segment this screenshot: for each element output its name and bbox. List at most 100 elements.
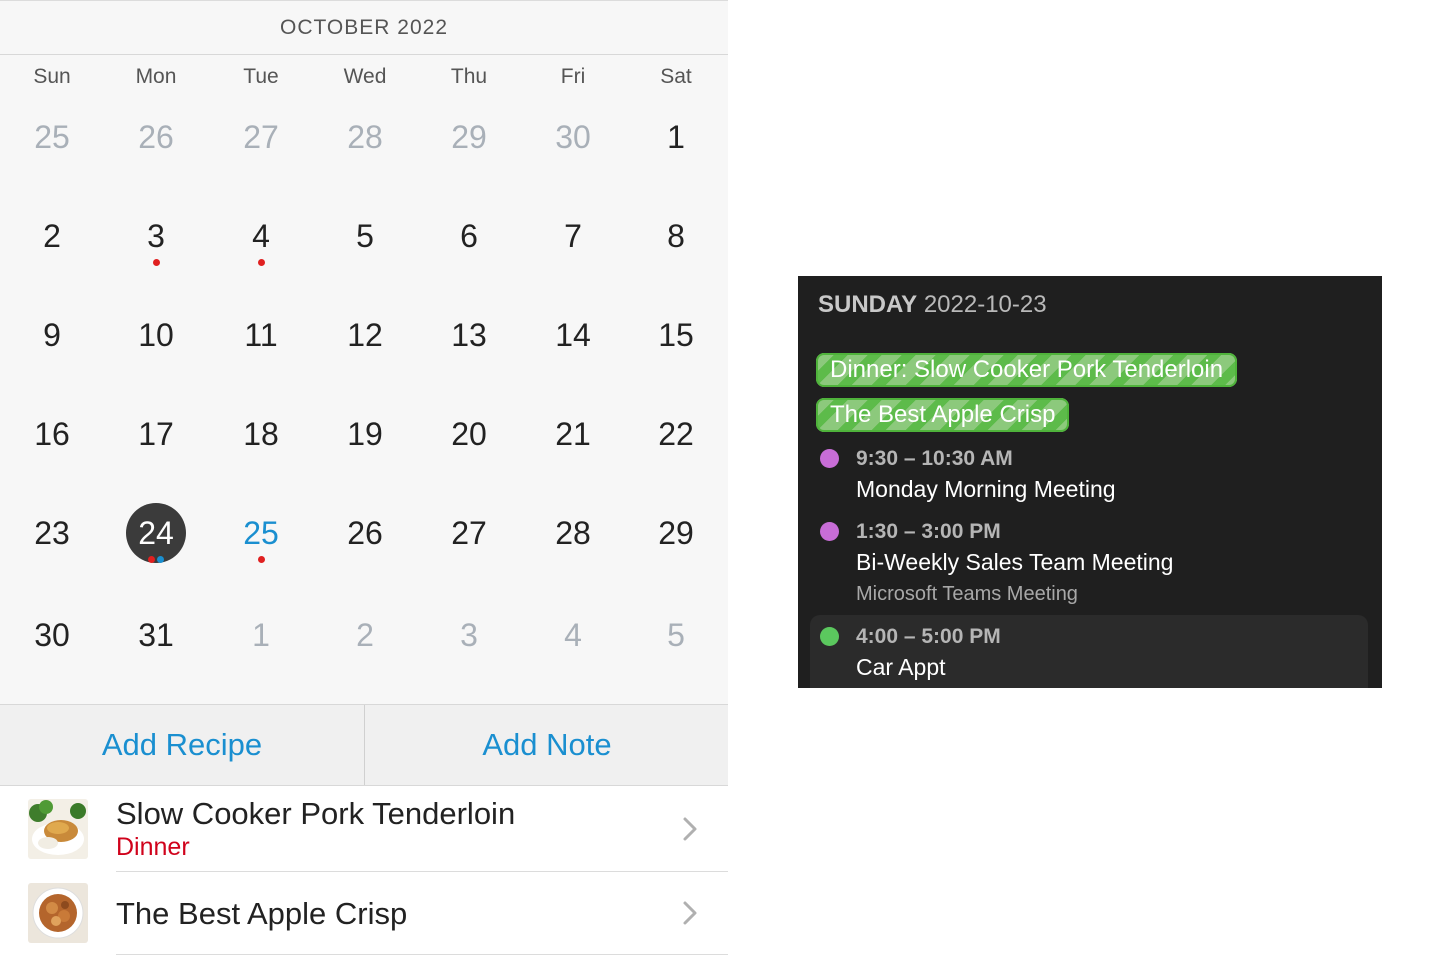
day-number: 21 [555,416,591,452]
calendar-panel: OCTOBER 2022 Sun Mon Tue Wed Thu Fri Sat… [0,0,728,963]
day-number: 30 [555,119,591,155]
day-cell[interactable]: 30 [0,605,104,665]
day-cell[interactable]: 1 [209,605,313,665]
day-cell[interactable]: 29 [417,107,521,167]
day-weekday: SUNDAY [818,291,918,318]
day-cell[interactable]: 17 [104,404,208,464]
day-cell[interactable]: 1 [624,107,728,167]
event-indicator-dots [209,252,313,266]
calendar-color-dot [820,627,839,646]
event-dot [157,556,164,563]
day-cell[interactable]: 2 [0,206,104,266]
day-cells: 25 26 27 28 29 30 1 2 3 4 5 6 7 8 9 10 11 12 13 14 15 16 17 18 1… [0,55,728,704]
event-indicator-dots [104,252,208,266]
day-cell[interactable]: 6 [417,206,521,266]
day-cell[interactable]: 18 [209,404,313,464]
day-cell[interactable]: 30 [521,107,625,167]
day-cell[interactable]: 3 [104,206,208,266]
day-cell[interactable]: 22 [624,404,728,464]
chevron-right-icon [683,817,697,841]
day-number: 20 [451,416,487,452]
event-dot [257,556,265,563]
day-number: 9 [43,317,61,353]
action-bar: Add Recipe Add Note [0,704,728,786]
day-number: 19 [347,416,383,452]
day-detail-card: SUNDAY 2022-10-23 Dinner: Slow Cooker Po… [798,276,1382,688]
all-day-event[interactable]: The Best Apple Crisp [816,398,1070,432]
day-number: 5 [667,617,685,653]
day-cell[interactable]: 14 [521,305,625,365]
day-cell[interactable]: 26 [104,107,208,167]
event-time: 4:00 – 5:00 PM [856,625,1001,648]
day-cell[interactable]: 13 [417,305,521,365]
day-number: 6 [460,218,478,254]
month-title: OCTOBER 2022 [0,0,728,55]
day-number: 26 [138,119,174,155]
day-number: 30 [34,617,70,653]
day-cell[interactable]: 9 [0,305,104,365]
day-number: 11 [244,317,278,353]
day-number: 15 [658,317,694,353]
day-number: 27 [451,515,487,551]
day-number: 7 [564,218,582,254]
event-time: 1:30 – 3:00 PM [856,520,1001,543]
day-cell[interactable]: 15 [624,305,728,365]
day-cell[interactable]: 19 [313,404,417,464]
event-subtitle: Microsoft Teams Meeting [856,583,1078,605]
event-dot [257,259,265,266]
day-cell[interactable]: 23 [0,503,104,563]
day-number: 5 [356,218,374,254]
add-recipe-button[interactable]: Add Recipe [0,705,364,785]
day-number: 10 [138,317,174,353]
day-cell[interactable]: 11 [209,305,313,365]
all-day-event[interactable]: Dinner: Slow Cooker Pork Tenderloin [816,353,1238,387]
day-cell[interactable]: 31 [104,605,208,665]
event-indicator-dots [104,549,208,563]
meal-type-label: Dinner [116,833,190,861]
day-number: 29 [451,119,487,155]
day-cell[interactable]: 7 [521,206,625,266]
day-cell[interactable]: 20 [417,404,521,464]
day-cell[interactable]: 25 [0,107,104,167]
day-cell[interactable]: 10 [104,305,208,365]
day-cell[interactable]: 5 [313,206,417,266]
day-number: 28 [347,119,383,155]
event-indicator-dots [209,549,313,563]
day-cell[interactable]: 16 [0,404,104,464]
day-number: 2 [43,218,61,254]
day-cell-today[interactable]: 24 [104,503,208,563]
day-number: 16 [34,416,70,452]
day-cell[interactable]: 5 [624,605,728,665]
recipe-row[interactable]: The Best Apple Crisp [0,872,728,956]
day-cell[interactable]: 4 [209,206,313,266]
day-number: 27 [243,119,279,155]
day-cell[interactable]: 28 [521,503,625,563]
day-number: 1 [252,617,270,653]
day-cell[interactable]: 8 [624,206,728,266]
day-cell[interactable]: 12 [313,305,417,365]
recipe-thumbnail [28,883,88,943]
recipe-title: The Best Apple Crisp [116,896,408,931]
day-number: 12 [347,317,383,353]
day-cell[interactable]: 27 [417,503,521,563]
day-cell-selected[interactable]: 25 [209,503,313,563]
day-cell[interactable]: 2 [313,605,417,665]
day-number: 8 [667,218,685,254]
day-number: 29 [658,515,694,551]
day-cell[interactable]: 4 [521,605,625,665]
day-cell[interactable]: 27 [209,107,313,167]
day-cell[interactable]: 29 [624,503,728,563]
day-number: 2 [356,617,374,653]
day-number: 25 [34,119,70,155]
day-cell[interactable]: 26 [313,503,417,563]
day-number: 22 [658,416,694,452]
day-number: 18 [243,416,279,452]
recipe-row[interactable]: Slow Cooker Pork Tenderloin Dinner [0,786,728,870]
day-cell[interactable]: 21 [521,404,625,464]
day-number: 14 [555,317,591,353]
day-number: 17 [138,416,174,452]
event-dot [152,259,160,266]
day-cell[interactable]: 28 [313,107,417,167]
add-note-button[interactable]: Add Note [365,705,729,785]
day-cell[interactable]: 3 [417,605,521,665]
